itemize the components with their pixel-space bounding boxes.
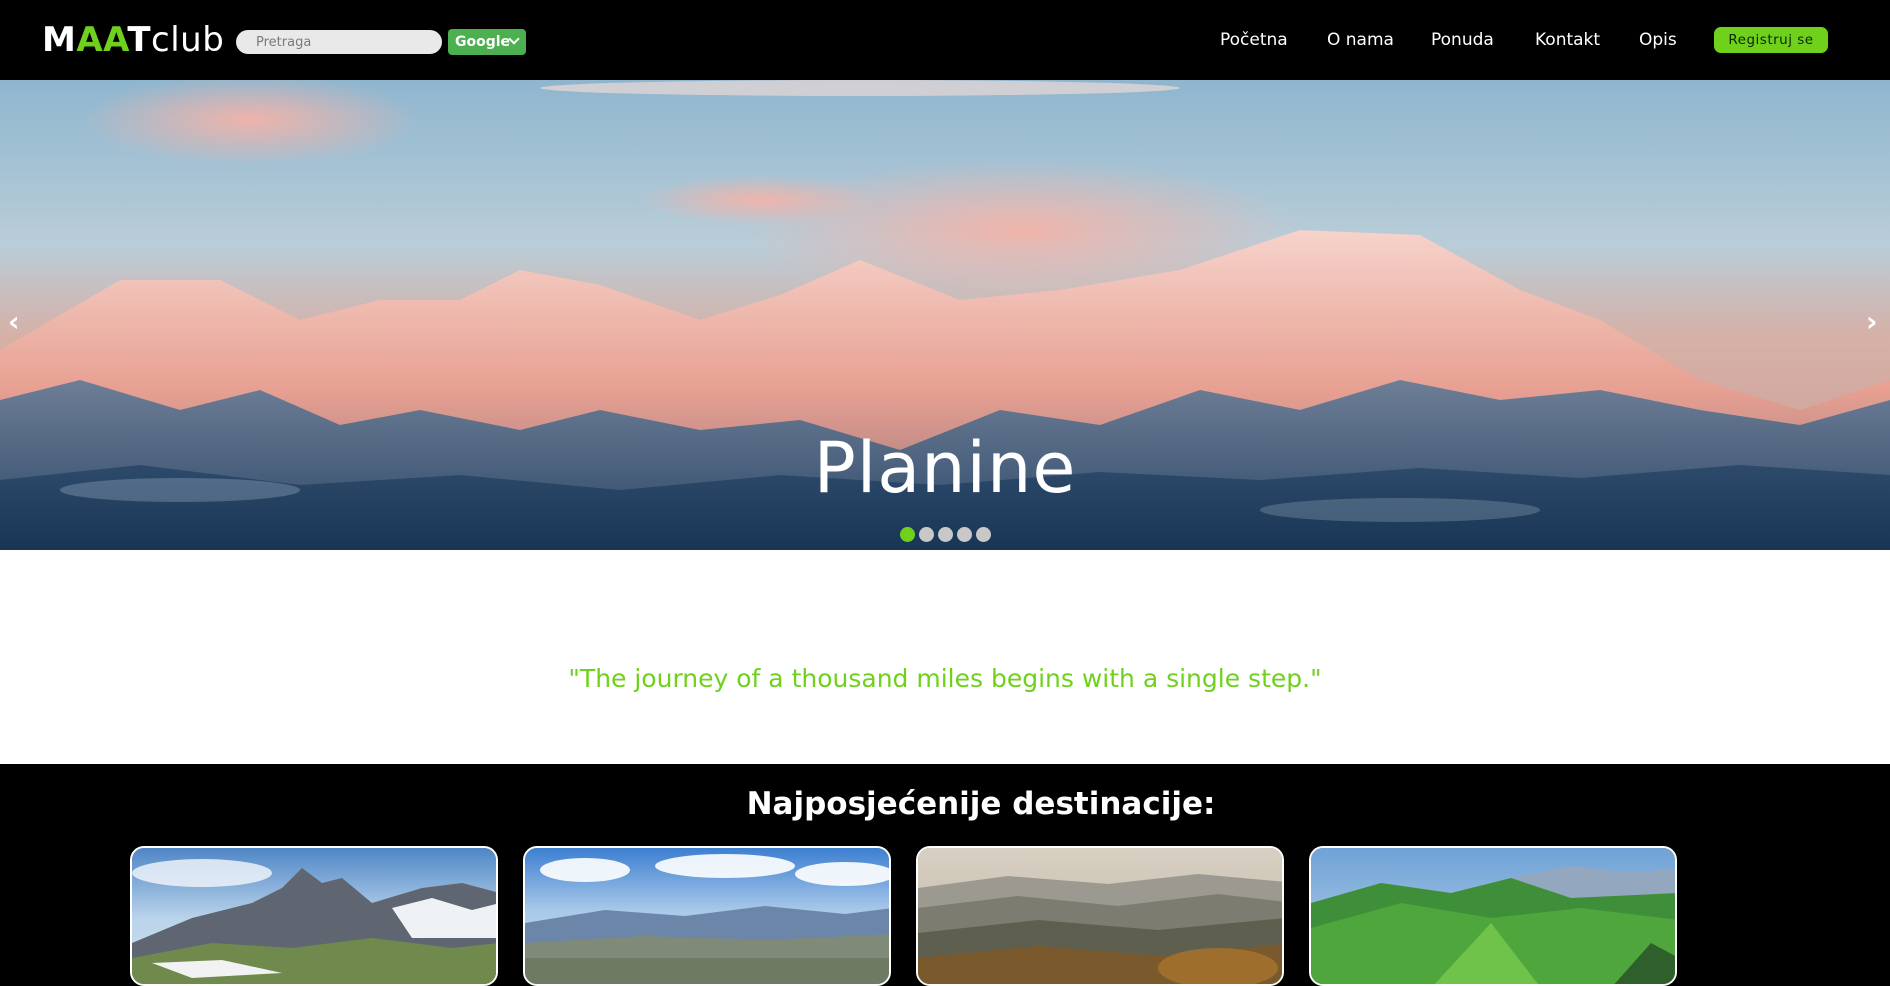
destination-image-plateau [525, 848, 889, 984]
nav-link-ponuda[interactable]: Ponuda [1431, 28, 1494, 52]
destination-image-green-valley [1311, 848, 1675, 984]
search-input[interactable] [236, 30, 442, 54]
nav-link-kontakt[interactable]: Kontakt [1535, 28, 1600, 52]
quote-section: "The journey of a thousand miles begins … [0, 550, 1890, 764]
nav-link-o-nama[interactable]: O nama [1327, 28, 1394, 52]
slider-dot[interactable] [938, 527, 953, 542]
destination-card[interactable] [130, 846, 498, 986]
site-logo[interactable]: MAATclub [42, 20, 224, 60]
destination-card[interactable] [523, 846, 891, 986]
slider-dot[interactable] [900, 527, 915, 542]
logo-club: club [151, 20, 225, 60]
logo-m: M [42, 20, 77, 60]
slider-prev-arrow[interactable]: ‹ [8, 308, 20, 336]
slider-dot[interactable] [957, 527, 972, 542]
nav-link-pocetna[interactable]: Početna [1220, 28, 1288, 52]
destinations-section: Najposjećenije destinacije: [0, 764, 1890, 986]
logo-t: T [127, 20, 152, 60]
nav-link-opis[interactable]: Opis [1639, 28, 1677, 52]
slider-dot[interactable] [919, 527, 934, 542]
quote-text: "The journey of a thousand miles begins … [568, 664, 1322, 693]
hero-slider: ‹ › Planine [0, 80, 1890, 550]
hero-title: Planine [813, 427, 1077, 509]
slider-dot[interactable] [976, 527, 991, 542]
destination-card[interactable] [916, 846, 1284, 986]
register-button[interactable]: Registruj se [1714, 27, 1828, 53]
navbar: MAATclub Google Početna O nama Ponuda Ko… [0, 0, 1890, 80]
destinations-heading: Najposjećenije destinacije: [746, 786, 1216, 822]
slider-next-arrow[interactable]: › [1866, 308, 1878, 336]
destination-image-misty-hills [918, 848, 1282, 984]
destination-image-rocky-peak [132, 848, 496, 984]
destination-card[interactable] [1309, 846, 1677, 986]
search-engine-select[interactable]: Google [448, 29, 526, 55]
search-engine-value: Google [455, 34, 511, 50]
logo-aa: AA [76, 20, 128, 60]
